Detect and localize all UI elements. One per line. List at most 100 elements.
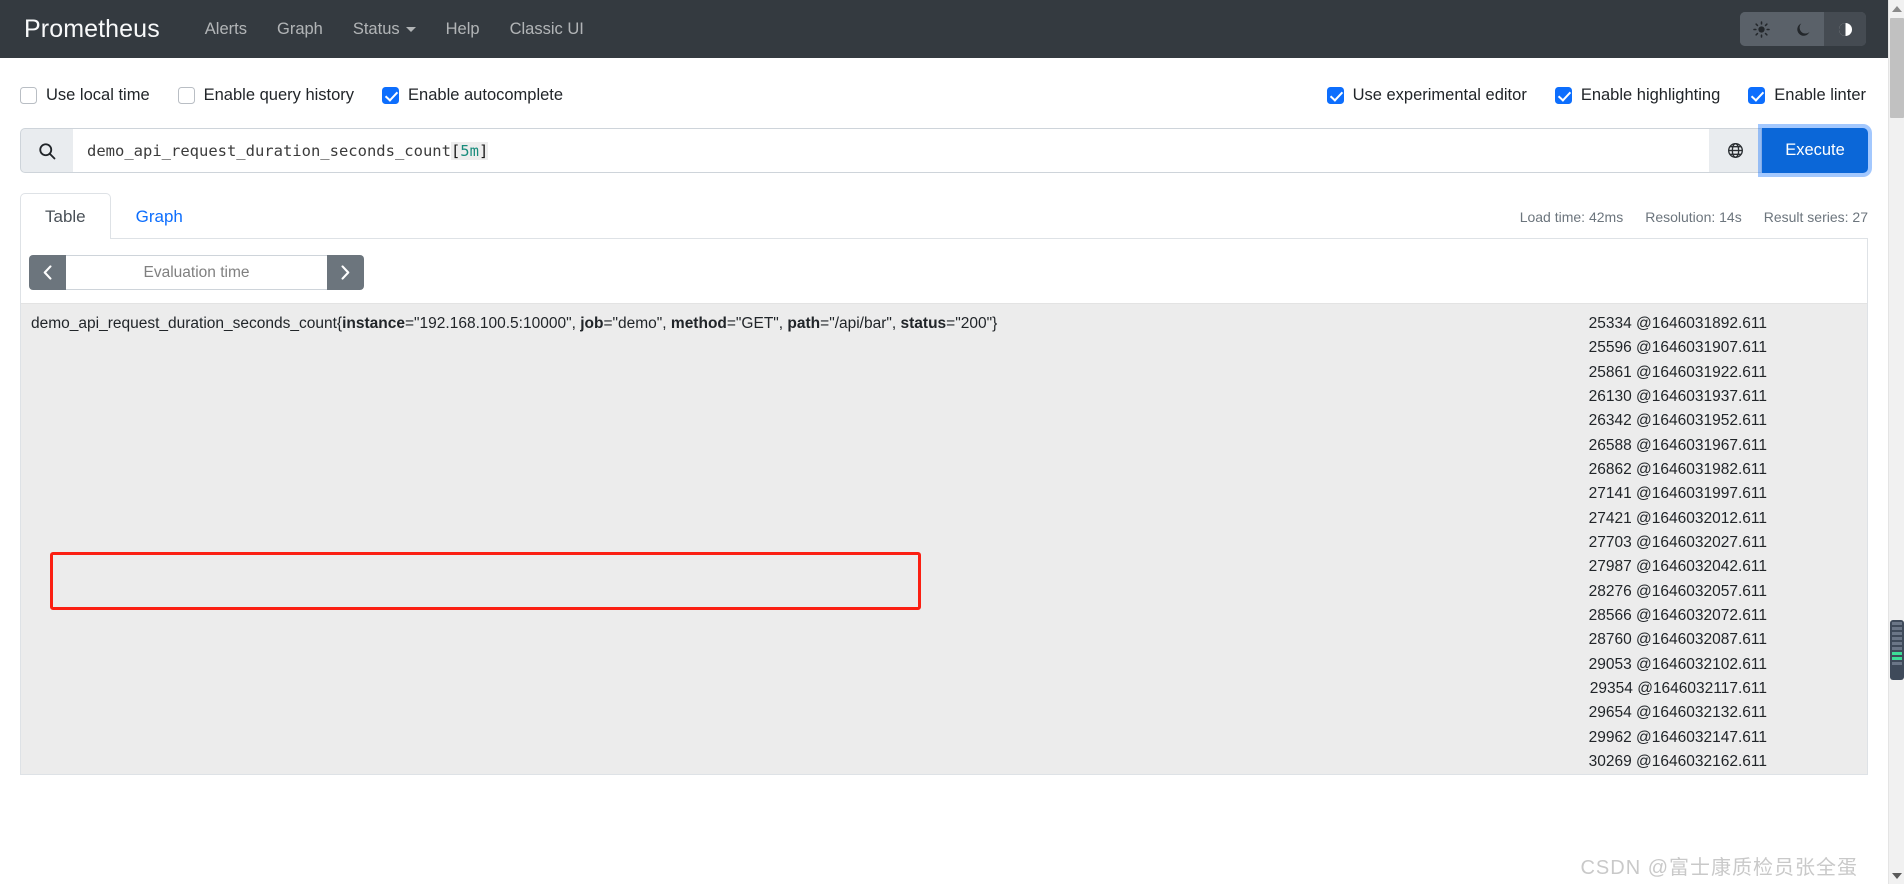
nav-links: Alerts Graph Status Help Classic UI (190, 12, 599, 47)
nav-link-help[interactable]: Help (431, 12, 495, 47)
sample-value: 29962 @1646032147.611 (1588, 728, 1767, 746)
chevron-down-icon (405, 26, 416, 32)
nav-link-status-label: Status (352, 19, 400, 38)
checkbox-enable-linter[interactable]: Enable linter (1748, 86, 1866, 105)
sun-icon (1752, 20, 1770, 38)
checkbox-enable-linter-label: Enable linter (1774, 85, 1866, 104)
query-input-group: demo_api_request_duration_seconds_count[… (20, 128, 1868, 173)
label-name: method (670, 315, 727, 332)
evaluation-time-row: Evaluation time (21, 239, 1867, 290)
sample-value: 27421 @1646032012.611 (1588, 509, 1767, 527)
search-icon-addon (20, 128, 73, 173)
checkbox-use-experimental-editor-box[interactable] (1326, 86, 1344, 104)
theme-light-button[interactable] (1740, 12, 1782, 46)
table-row[interactable]: demo_api_request_duration_seconds_count{… (21, 303, 1867, 775)
theme-dark-button[interactable] (1782, 12, 1824, 46)
checkbox-enable-query-history[interactable]: Enable query history (177, 85, 355, 105)
checkbox-enable-autocomplete[interactable]: Enable autocomplete (382, 86, 563, 105)
brand-logo[interactable]: Prometheus (24, 15, 160, 44)
stat-load-time: Load time: 42ms (1519, 209, 1624, 225)
nav-link-graph[interactable]: Graph (262, 12, 338, 47)
sample-value: 29654 @1646032132.611 (1588, 704, 1767, 722)
sample-value: 25334 @1646031892.611 (1588, 315, 1767, 332)
sample-value: 29053 @1646032102.611 (1588, 655, 1767, 673)
tabs-row: Table Graph Load time: 42ms Resolution: … (0, 193, 1888, 239)
label-name: instance (342, 315, 405, 332)
moon-icon (1796, 22, 1810, 36)
label-name: path (787, 315, 821, 332)
nav-link-alerts[interactable]: Alerts (190, 12, 262, 47)
sample-value: 28276 @1646032057.611 (1588, 582, 1767, 600)
sample-value: 27141 @1646031997.611 (1588, 485, 1767, 503)
label-name: job (580, 315, 604, 332)
page-scrollbar[interactable] (1888, 0, 1904, 884)
theme-toggle-group (1740, 12, 1866, 46)
expression-metric-token: demo_api_request_duration_seconds_count (87, 141, 451, 160)
expression-input[interactable]: demo_api_request_duration_seconds_count[… (73, 128, 1709, 173)
tab-graph[interactable]: Graph (111, 193, 208, 239)
sample-value: 30582 @1646032177.611 (1547, 774, 1767, 775)
checkbox-use-experimental-editor[interactable]: Use experimental editor (1326, 85, 1527, 105)
checkbox-use-local-time-label: Use local time (46, 85, 150, 104)
sample-value: 27703 @1646032027.611 (1588, 533, 1767, 551)
result-tabs: Table Graph Load time: 42ms Resolution: … (20, 193, 1868, 239)
query-bar: demo_api_request_duration_seconds_count[… (0, 128, 1888, 173)
expression-bracket-close: ] (478, 141, 489, 160)
options-right-group: Use experimental editor Enable highlight… (1326, 85, 1866, 105)
navbar: Prometheus Alerts Graph Status Help Clas… (0, 0, 1888, 58)
sample-value: 28566 @1646032072.611 (1588, 606, 1767, 624)
sample-value: 28760 @1646032087.611 (1588, 631, 1767, 649)
metrics-explorer-button[interactable] (1709, 128, 1762, 173)
checkbox-enable-highlighting-label: Enable highlighting (1580, 85, 1721, 104)
execute-button[interactable]: Execute (1762, 128, 1868, 173)
stat-result-series: Result series: 27 (1763, 209, 1868, 225)
checkbox-enable-autocomplete-box[interactable] (382, 86, 400, 104)
nav-link-graph-label: Graph (276, 19, 323, 38)
theme-auto-button[interactable] (1824, 12, 1866, 46)
globe-icon (1727, 143, 1743, 158)
scrollbar-up-arrow-icon[interactable] (1889, 0, 1904, 17)
scrollbar-minimap-widget (1890, 620, 1904, 680)
checkbox-enable-highlighting-box[interactable] (1554, 86, 1572, 104)
sample-value: 26862 @1646031982.611 (1588, 460, 1767, 478)
stat-resolution: Resolution: 14s (1645, 209, 1742, 225)
search-icon (39, 142, 56, 159)
query-stats: Load time: 42ms Resolution: 14s Result s… (1520, 209, 1868, 225)
evaluation-time-next-button[interactable] (327, 255, 364, 290)
sample-value: 25596 @1646031907.611 (1588, 339, 1767, 357)
nav-link-status[interactable]: Status (338, 12, 431, 47)
expression-duration-token: 5m (460, 141, 479, 160)
nav-link-classic-ui[interactable]: Classic UI (495, 12, 599, 47)
evaluation-time-group: Evaluation time (29, 255, 364, 290)
sample-value: 29354 @1646032117.611 (1589, 679, 1767, 697)
label-name: status (900, 315, 947, 332)
checkbox-enable-linter-box[interactable] (1748, 86, 1766, 104)
sample-value: 25861 @1646031922.611 (1588, 363, 1767, 381)
checkbox-enable-query-history-label: Enable query history (203, 85, 355, 104)
checkbox-use-local-time[interactable]: Use local time (20, 86, 150, 105)
sample-value: 26588 @1646031967.611 (1588, 436, 1767, 454)
checkbox-enable-query-history-box[interactable] (177, 86, 195, 104)
results-table-body: demo_api_request_duration_seconds_count{… (21, 303, 1867, 775)
nav-link-classic-ui-label: Classic UI (509, 19, 584, 38)
tab-table[interactable]: Table (20, 193, 111, 239)
checkbox-enable-highlighting[interactable]: Enable highlighting (1554, 85, 1721, 105)
evaluation-time-input[interactable]: Evaluation time (66, 255, 327, 290)
watermark: CSDN @富士康质检员张全蛋 (1580, 857, 1858, 879)
sample-value: 26342 @1646031952.611 (1588, 412, 1767, 430)
expression-bracket-open: [ (450, 141, 461, 160)
half-circle-icon (1838, 22, 1852, 36)
series-values-cell-0: 25334 @1646031892.611 25596 @1646031907.6… (1537, 303, 1867, 775)
scrollbar-down-arrow-icon[interactable] (1889, 867, 1904, 884)
checkbox-use-local-time-box[interactable] (20, 86, 37, 104)
table-panel: Evaluation time demo_api_request_duratio… (20, 239, 1868, 775)
options-row: Use local time Enable query history Enab… (0, 72, 1888, 118)
chevron-left-icon (43, 265, 52, 280)
scrollbar-thumb[interactable] (1890, 18, 1904, 118)
checkbox-use-experimental-editor-label: Use experimental editor (1352, 85, 1527, 104)
checkbox-enable-autocomplete-label: Enable autocomplete (408, 85, 564, 104)
prometheus-app: Prometheus Alerts Graph Status Help Clas… (0, 0, 1904, 884)
sample-value: 26130 @1646031937.611 (1588, 387, 1767, 405)
evaluation-time-prev-button[interactable] (29, 255, 66, 290)
sample-value: 30269 @1646032162.611 (1588, 752, 1767, 770)
